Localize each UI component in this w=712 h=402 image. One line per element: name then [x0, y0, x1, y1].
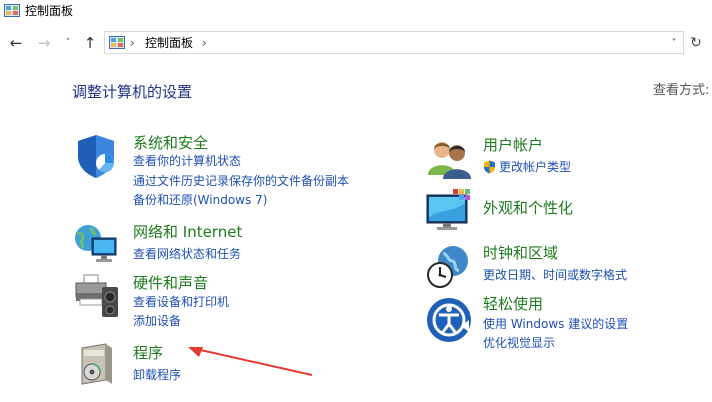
category-user-accounts[interactable]: 用户帐户: [483, 135, 543, 155]
programs-box-icon[interactable]: [72, 340, 120, 388]
ease-of-access-icon[interactable]: [425, 296, 473, 344]
category-system-security[interactable]: 系统和安全: [133, 133, 208, 153]
link-recommended-settings[interactable]: 使用 Windows 建议的设置: [483, 316, 628, 332]
user-accounts-icon[interactable]: [425, 135, 473, 183]
title-bar: 控制面板: [0, 0, 712, 22]
annotation-arrow: [188, 347, 313, 376]
recent-locations-button[interactable]: ˅: [63, 35, 73, 51]
link-uninstall-program[interactable]: 卸载程序: [133, 367, 181, 383]
breadcrumb-separator[interactable]: ›: [130, 35, 135, 51]
control-panel-icon: [109, 36, 125, 49]
address-dropdown-button[interactable]: ˅: [667, 35, 681, 51]
up-button[interactable]: ↑: [81, 33, 99, 53]
system-security-shield-icon[interactable]: [72, 132, 120, 180]
category-clock-region[interactable]: 时钟和区域: [483, 243, 558, 263]
forward-button[interactable]: →: [35, 33, 53, 53]
view-by-label[interactable]: 查看方式:: [653, 82, 709, 100]
link-add-device[interactable]: 添加设备: [133, 313, 181, 329]
breadcrumb-control-panel[interactable]: 控制面板: [145, 35, 193, 51]
link-change-date-time-format[interactable]: 更改日期、时间或数字格式: [483, 267, 627, 283]
category-hardware-sound[interactable]: 硬件和声音: [133, 273, 208, 293]
uac-shield-icon: [484, 160, 495, 174]
category-appearance-personalization[interactable]: 外观和个性化: [483, 198, 573, 218]
link-view-computer-status[interactable]: 查看你的计算机状态: [133, 153, 241, 169]
link-devices-printers[interactable]: 查看设备和打印机: [133, 294, 229, 310]
link-change-account-type[interactable]: 更改帐户类型: [483, 159, 571, 175]
breadcrumb-separator[interactable]: ›: [202, 35, 207, 51]
navigation-bar: ← → ˅ ↑ › 控制面板 › ˅ ↻: [0, 28, 712, 58]
link-backup-restore[interactable]: 备份和还原(Windows 7): [133, 192, 267, 208]
clock-region-icon[interactable]: [425, 243, 473, 291]
page-title: 调整计算机的设置: [72, 83, 193, 101]
link-file-history-backup[interactable]: 通过文件历史记录保存你的文件备份副本: [133, 173, 349, 189]
control-panel-icon: [4, 4, 20, 17]
network-globe-icon[interactable]: [72, 220, 120, 268]
window-title: 控制面板: [25, 4, 74, 18]
hardware-printer-icon[interactable]: [72, 273, 120, 321]
address-bar[interactable]: › 控制面板 › ˅: [104, 31, 684, 54]
category-ease-of-access[interactable]: 轻松使用: [483, 294, 543, 314]
link-change-account-type-label[interactable]: 更改帐户类型: [499, 160, 571, 174]
category-programs[interactable]: 程序: [133, 343, 163, 363]
link-view-network-status[interactable]: 查看网络状态和任务: [133, 246, 241, 262]
appearance-personalization-icon[interactable]: [425, 187, 473, 235]
refresh-button[interactable]: ↻: [686, 33, 706, 53]
back-button[interactable]: ←: [7, 33, 25, 53]
category-network-internet[interactable]: 网络和 Internet: [133, 222, 242, 242]
link-optimize-visual-display[interactable]: 优化视觉显示: [483, 335, 555, 351]
